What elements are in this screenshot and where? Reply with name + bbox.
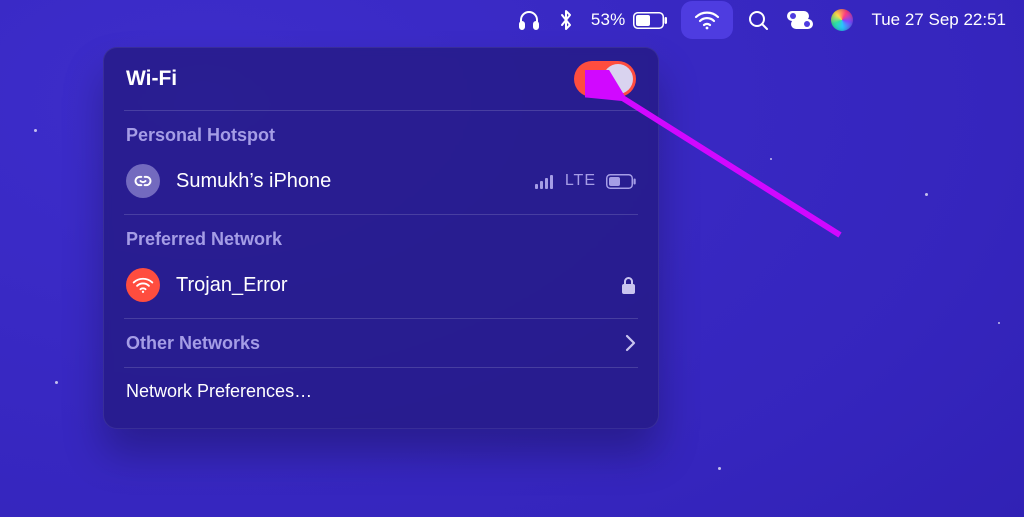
siri-icon[interactable] [831,0,853,40]
wifi-header: Wi-Fi [126,48,636,110]
network-preferences-row[interactable]: Network Preferences… [126,368,636,414]
other-networks-row[interactable]: Other Networks [126,319,636,367]
menubar-wifi-button[interactable] [685,5,729,35]
wifi-title: Wi-Fi [126,67,177,91]
section-personal-hotspot: Personal Hotspot [126,111,636,156]
preferred-network-row[interactable]: Trojan_Error [126,260,636,310]
spotlight-search-icon[interactable] [747,0,769,40]
bluetooth-icon[interactable] [559,0,573,40]
hotspot-status: LTE [535,172,636,190]
headphones-icon[interactable] [517,0,541,40]
menubar-clock[interactable]: Tue 27 Sep 22:51 [871,0,1006,40]
signal-bars-icon [535,173,555,189]
hotspot-link-icon [126,164,160,198]
preferred-network-name: Trojan_Error [176,274,605,297]
hotspot-row[interactable]: Sumukh’s iPhone LTE [126,156,636,206]
wifi-panel: Wi-Fi Personal Hotspot Sumukh’s iPhone [103,47,659,429]
section-preferred-network: Preferred Network [126,215,636,260]
battery-percent: 53% [591,10,626,30]
chevron-right-icon [625,334,636,352]
lock-icon [621,276,636,295]
wifi-toggle-knob [603,64,633,94]
hotspot-name: Sumukh’s iPhone [176,170,519,193]
hotspot-battery-icon [606,174,636,189]
menubar: 53% [0,0,1024,40]
control-center-icon[interactable] [787,0,813,40]
wifi-network-icon [126,268,160,302]
battery-status[interactable]: 53% [591,0,668,40]
wifi-toggle[interactable] [574,61,636,97]
battery-icon [633,12,667,29]
desktop: 53% [0,0,1024,517]
